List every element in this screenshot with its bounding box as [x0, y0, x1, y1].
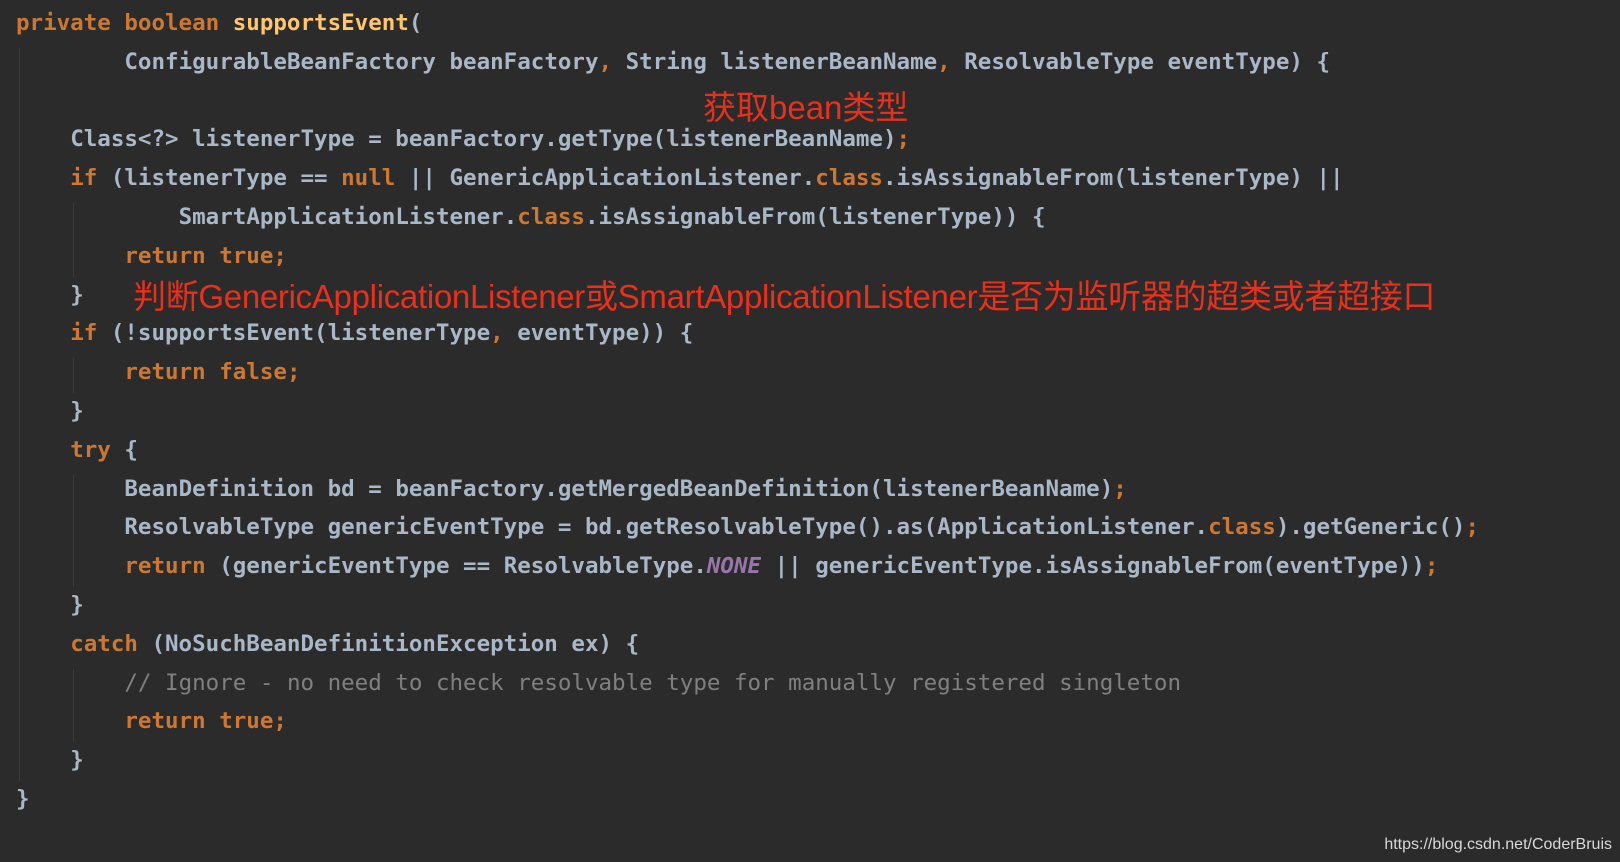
code-line: private boolean supportsEvent(	[16, 3, 422, 43]
code-token: if	[70, 165, 111, 192]
code-token: null	[341, 165, 409, 192]
code-token: (!supportsEvent(listenerType	[110, 320, 491, 347]
code-line: return true;	[124, 701, 287, 741]
code-token: ,	[937, 48, 965, 75]
code-token: ;	[896, 126, 911, 153]
code-token: }	[70, 747, 84, 774]
code-token: return	[124, 553, 220, 580]
code-token: (	[408, 10, 423, 36]
code-token: ;	[1113, 475, 1127, 502]
code-line: ConfigurableBeanFactory beanFactory, Str…	[124, 42, 1330, 82]
indent-guide	[19, 47, 20, 781]
code-token: (NoSuchBeanDefinitionException ex) {	[151, 630, 640, 657]
annotation-check-supertype: 判断GenericApplicationListener或SmartApplic…	[133, 278, 1436, 315]
code-token: }	[70, 281, 84, 308]
indent-guide	[73, 358, 74, 393]
code-token: ,	[490, 320, 518, 347]
watermark-url: https://blog.csdn.net/CoderBruis	[1384, 836, 1612, 853]
code-token: || GenericApplicationListener.	[408, 165, 816, 192]
code-line: }	[70, 740, 84, 780]
code-token: class	[1208, 514, 1276, 541]
code-token: catch	[70, 630, 152, 657]
code-token: try	[70, 436, 125, 463]
code-token: {	[124, 436, 138, 463]
code-token: class	[815, 165, 883, 192]
code-token: || genericEventType.isAssignableFrom(eve…	[761, 553, 1425, 580]
code-line: }	[70, 391, 84, 431]
code-line: SmartApplicationListener.class.isAssigna…	[179, 197, 1046, 237]
code-token: }	[70, 398, 84, 424]
code-token: ).getGeneric()	[1275, 514, 1466, 541]
code-line: return false;	[124, 352, 300, 392]
code-token: NONE	[706, 553, 762, 580]
code-token: Class<?> listenerType = beanFactory.getT…	[70, 126, 897, 153]
code-line: BeanDefinition bd = beanFactory.getMerge…	[124, 469, 1126, 509]
code-line: }	[70, 275, 84, 315]
code-line: ResolvableType genericEventType = bd.get…	[124, 507, 1479, 547]
code-line: catch (NoSuchBeanDefinitionException ex)…	[70, 624, 639, 664]
code-line: }	[70, 585, 84, 625]
code-token: ,	[598, 48, 626, 75]
code-token: ;	[1424, 553, 1439, 580]
code-token: ResolvableType eventType) {	[964, 48, 1331, 75]
code-token: String listenerBeanName	[625, 48, 938, 75]
code-token: .isAssignableFrom(listenerType) ||	[882, 165, 1344, 192]
code-token: (listenerType ==	[110, 165, 342, 192]
code-line: return true;	[124, 236, 287, 276]
code-token: return true;	[124, 242, 287, 269]
indent-guide	[73, 203, 74, 277]
code-line: if (listenerType == null || GenericAppli…	[70, 158, 1343, 198]
code-token: ;	[1465, 514, 1480, 541]
code-line: }	[16, 779, 30, 819]
code-token: supportsEvent	[232, 10, 409, 36]
code-token: ConfigurableBeanFactory beanFactory	[124, 48, 599, 75]
code-line: if (!supportsEvent(listenerType, eventTy…	[70, 313, 693, 353]
code-editor[interactable]: private boolean supportsEvent(Configurab…	[0, 0, 1620, 862]
code-token: SmartApplicationListener.	[178, 204, 518, 230]
code-token: }	[16, 786, 30, 812]
indent-guide	[73, 668, 74, 743]
code-line: // Ignore - no need to check resolvable …	[124, 663, 1181, 703]
code-token: // Ignore - no need to check resolvable …	[124, 669, 1181, 696]
code-token: private boolean	[16, 10, 233, 36]
code-token: .isAssignableFrom(listenerType)) {	[584, 204, 1046, 230]
code-token: class	[517, 204, 585, 230]
code-token: return false;	[124, 359, 301, 386]
code-token: ResolvableType genericEventType = bd.get…	[124, 514, 1209, 541]
code-line: return (genericEventType == ResolvableTy…	[124, 546, 1438, 586]
code-line: try {	[70, 430, 138, 470]
code-token: return true;	[124, 708, 287, 735]
code-token: if	[70, 320, 111, 347]
annotation-get-bean-type: 获取bean类型	[703, 89, 909, 126]
code-token: eventType)) {	[517, 320, 694, 347]
indent-guide	[73, 474, 74, 587]
code-token: (genericEventType == ResolvableType.	[219, 553, 707, 580]
code-token: BeanDefinition bd = beanFactory.getMerge…	[124, 475, 1114, 502]
code-token: }	[70, 592, 84, 618]
